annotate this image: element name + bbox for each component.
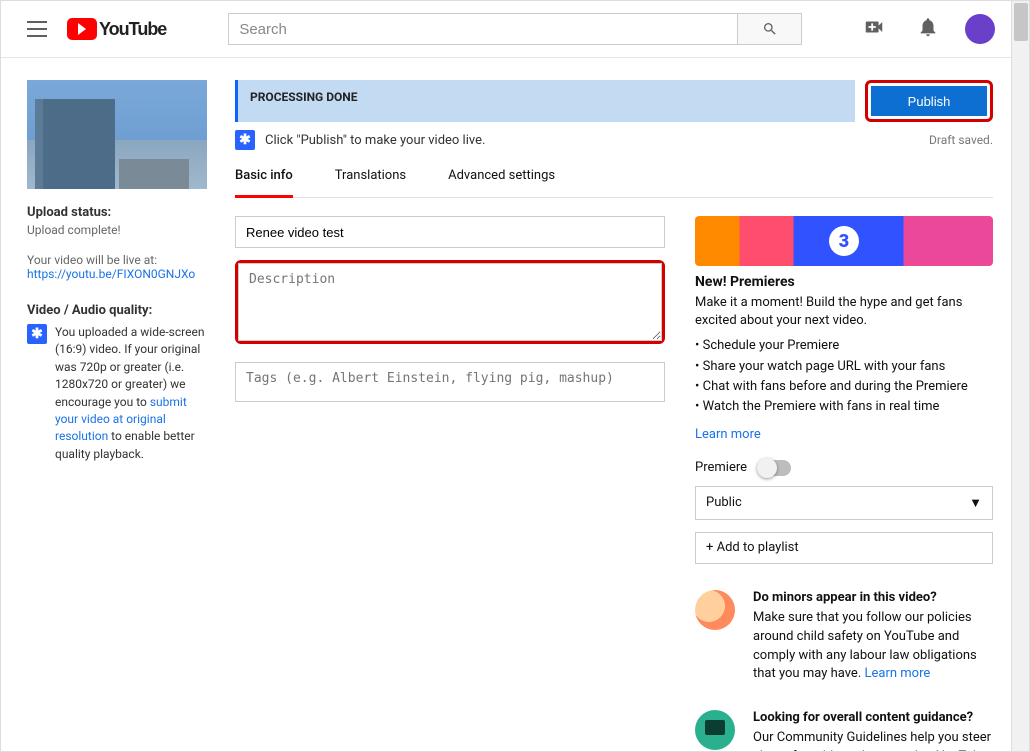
search-button[interactable] [738,13,802,45]
page-scrollbar[interactable] [1011,1,1029,751]
minors-learn-more-link[interactable]: Learn more [864,666,930,681]
info-badge-icon: ✱ [27,324,47,344]
premieres-bullets: Schedule your Premiere Share your watch … [695,336,993,417]
list-item: Share your watch page URL with your fans [695,357,993,377]
left-sidebar: Upload status: Upload complete! Your vid… [27,80,207,751]
tabs: Basic info Translations Advanced setting… [235,168,993,198]
publish-hint: Click "Publish" to make your video live. [265,133,485,148]
youtube-play-icon [67,18,97,40]
visibility-select[interactable]: Public ▼ [695,486,993,520]
minors-icon [695,590,735,630]
premieres-learn-more-link[interactable]: Learn more [695,427,761,442]
minors-title: Do minors appear in this video? [753,590,993,605]
description-highlight [235,260,665,344]
video-description-input[interactable] [238,263,662,341]
youtube-logo[interactable]: YouTube [67,18,166,40]
search-icon [762,21,778,37]
premieres-promo-banner: 3 [695,216,993,266]
search-box [228,13,802,45]
notifications-icon[interactable] [911,10,945,48]
video-tags-input[interactable] [235,362,665,402]
video-title-input[interactable] [235,216,665,248]
guidance-icon [695,710,735,750]
upload-status-label: Upload status: [27,205,207,220]
quality-label: Video / Audio quality: [27,303,207,318]
tab-translations[interactable]: Translations [335,168,406,197]
brand-text: YouTube [99,19,166,40]
video-thumbnail[interactable] [27,80,207,189]
premieres-title: New! Premieres [695,274,993,290]
guidance-body: Our Community Guidelines help you steer … [753,729,993,751]
processing-banner: PROCESSING DONE [235,80,855,122]
avatar[interactable] [965,14,995,44]
top-bar: YouTube [1,1,1013,57]
quality-text: You uploaded a wide-screen (16:9) video.… [55,324,207,463]
tab-advanced-settings[interactable]: Advanced settings [448,168,555,197]
list-item: Chat with fans before and during the Pre… [695,377,993,397]
menu-icon[interactable] [19,13,55,45]
list-item: Schedule your Premiere [695,336,993,356]
visibility-value: Public [706,495,742,510]
chevron-down-icon: ▼ [969,495,982,511]
live-at-label: Your video will be live at: [27,253,207,267]
publish-button[interactable]: Publish [871,86,987,116]
guidance-title: Looking for overall content guidance? [753,710,993,725]
create-video-icon[interactable] [857,10,891,48]
minors-body: Make sure that you follow our policies a… [753,609,993,684]
upload-status-value: Upload complete! [27,223,207,237]
search-input[interactable] [228,13,738,45]
tab-basic-info[interactable]: Basic info [235,168,293,198]
premiere-toggle[interactable] [757,460,791,476]
draft-saved-text: Draft saved. [929,133,993,147]
countdown-badge: 3 [829,226,859,256]
publish-highlight: Publish [865,80,993,122]
list-item: Watch the Premiere with fans in real tim… [695,397,993,417]
premieres-body: Make it a moment! Build the hype and get… [695,294,993,330]
premiere-toggle-label: Premiere [695,460,747,475]
video-url-link[interactable]: https://youtu.be/FIXON0GNJXo [27,267,207,281]
hint-badge-icon: ✱ [235,130,255,150]
add-to-playlist-button[interactable]: + Add to playlist [695,532,993,564]
